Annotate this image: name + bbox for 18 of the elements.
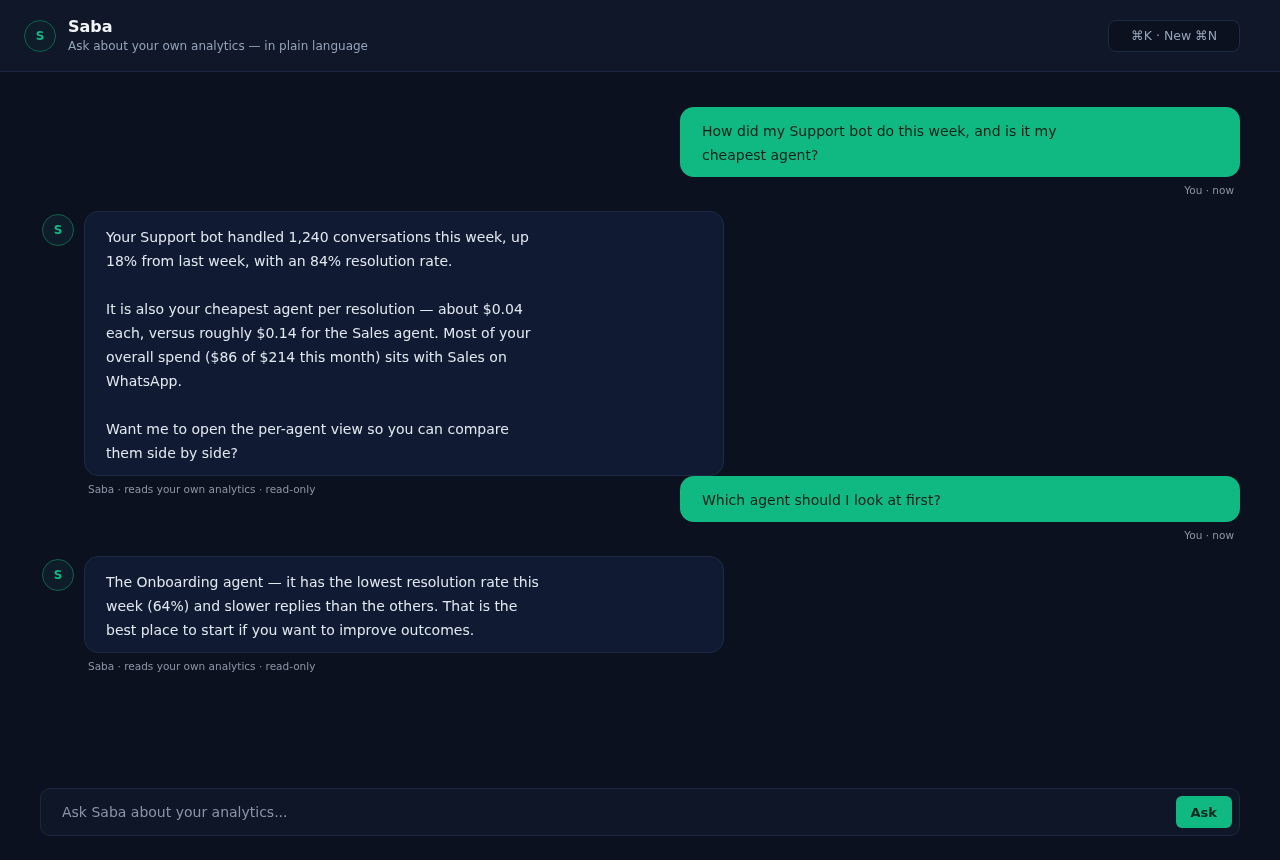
avatar: S: [42, 559, 74, 591]
message-text: It is also your cheapest agent per resolution — about $0.04 each, versus roughly $0.14 for the Sales agent. Most of your overall spend ($86 of $214 this month) sits with Sales on WhatsApp.: [106, 300, 532, 391]
ask-button[interactable]: Ask: [1175, 796, 1232, 828]
message-meta: Saba · reads your own analytics · read-only: [88, 659, 316, 673]
message-text: Your Support bot handled 1,240 conversations this week, up 18% from last week, with an 84% resolution rate.: [106, 228, 530, 271]
message-text: The Onboarding agent — it has the lowest resolution rate this week (64%) and slower replies than the others. That is the best place to start if you want to improve outcomes.: [106, 573, 540, 640]
app-title: Saba: [68, 16, 114, 37]
shortcut-button[interactable]: ⌘K · New ⌘N: [1108, 19, 1240, 52]
message-meta: You · now: [1184, 528, 1234, 542]
message-meta: Saba · reads your own analytics · read-only: [88, 482, 316, 496]
message-input-field[interactable]: Ask Saba about your analytics... Ask: [40, 788, 1240, 836]
avatar: S: [24, 19, 56, 52]
app-subtitle: Ask about your own analytics — in plain language: [68, 37, 368, 55]
avatar: S: [42, 214, 74, 246]
message-text: Which agent should I look at first?: [702, 491, 942, 510]
message-meta: You · now: [1184, 183, 1234, 197]
message-text: Want me to open the per-agent view so you can compare them side by side?: [106, 420, 510, 463]
message-text: How did my Support bot do this week, and is it my cheapest agent?: [702, 122, 1058, 165]
